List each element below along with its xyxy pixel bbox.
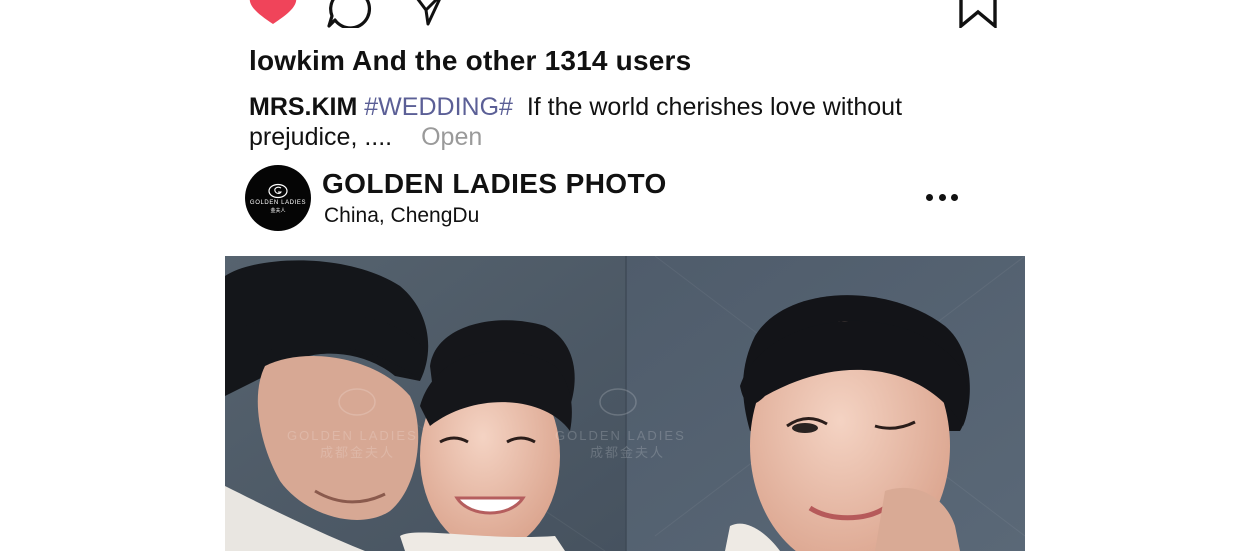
couple-photo-image: GOLDEN LADIES 成都金夫人 GOLDEN LADIES 成都金夫人	[225, 256, 1025, 551]
profile-name[interactable]: GOLDEN LADIES PHOTO	[322, 168, 667, 200]
photo-watermark-cn-2: 成都金夫人	[590, 445, 665, 460]
share-icon[interactable]	[410, 0, 446, 26]
caption-username[interactable]: MRS.KIM	[249, 93, 357, 121]
brand-logo-icon	[268, 183, 288, 198]
avatar-brand-subtext: 金夫人	[270, 207, 286, 214]
photo-watermark-cn: 成都金夫人	[320, 445, 395, 460]
avatar-brand-text: GOLDEN LADIES	[249, 199, 307, 206]
bookmark-icon[interactable]	[958, 0, 998, 28]
post-caption: MRS.KIM #WEDDING# If the world cherishes…	[249, 92, 969, 152]
more-options-icon[interactable]	[926, 188, 958, 206]
comment-icon[interactable]	[326, 0, 372, 28]
caption-hashtag[interactable]: #WEDDING#	[364, 93, 513, 121]
avatar[interactable]: GOLDEN LADIES 金夫人	[245, 165, 311, 231]
post-photo[interactable]: GOLDEN LADIES 成都金夫人 GOLDEN LADIES 成都金夫人	[225, 256, 1025, 551]
caption-open-link[interactable]: Open	[421, 123, 482, 151]
dot	[951, 193, 958, 201]
dot	[938, 193, 946, 201]
photo-watermark-brand-2: GOLDEN LADIES	[555, 428, 686, 443]
like-heart-icon[interactable]	[248, 0, 298, 28]
likes-summary[interactable]: lowkim And the other 1314 users	[249, 45, 691, 77]
dot	[926, 193, 933, 201]
photo-watermark-brand: GOLDEN LADIES	[287, 428, 418, 443]
profile-location[interactable]: China, ChengDu	[324, 204, 479, 228]
